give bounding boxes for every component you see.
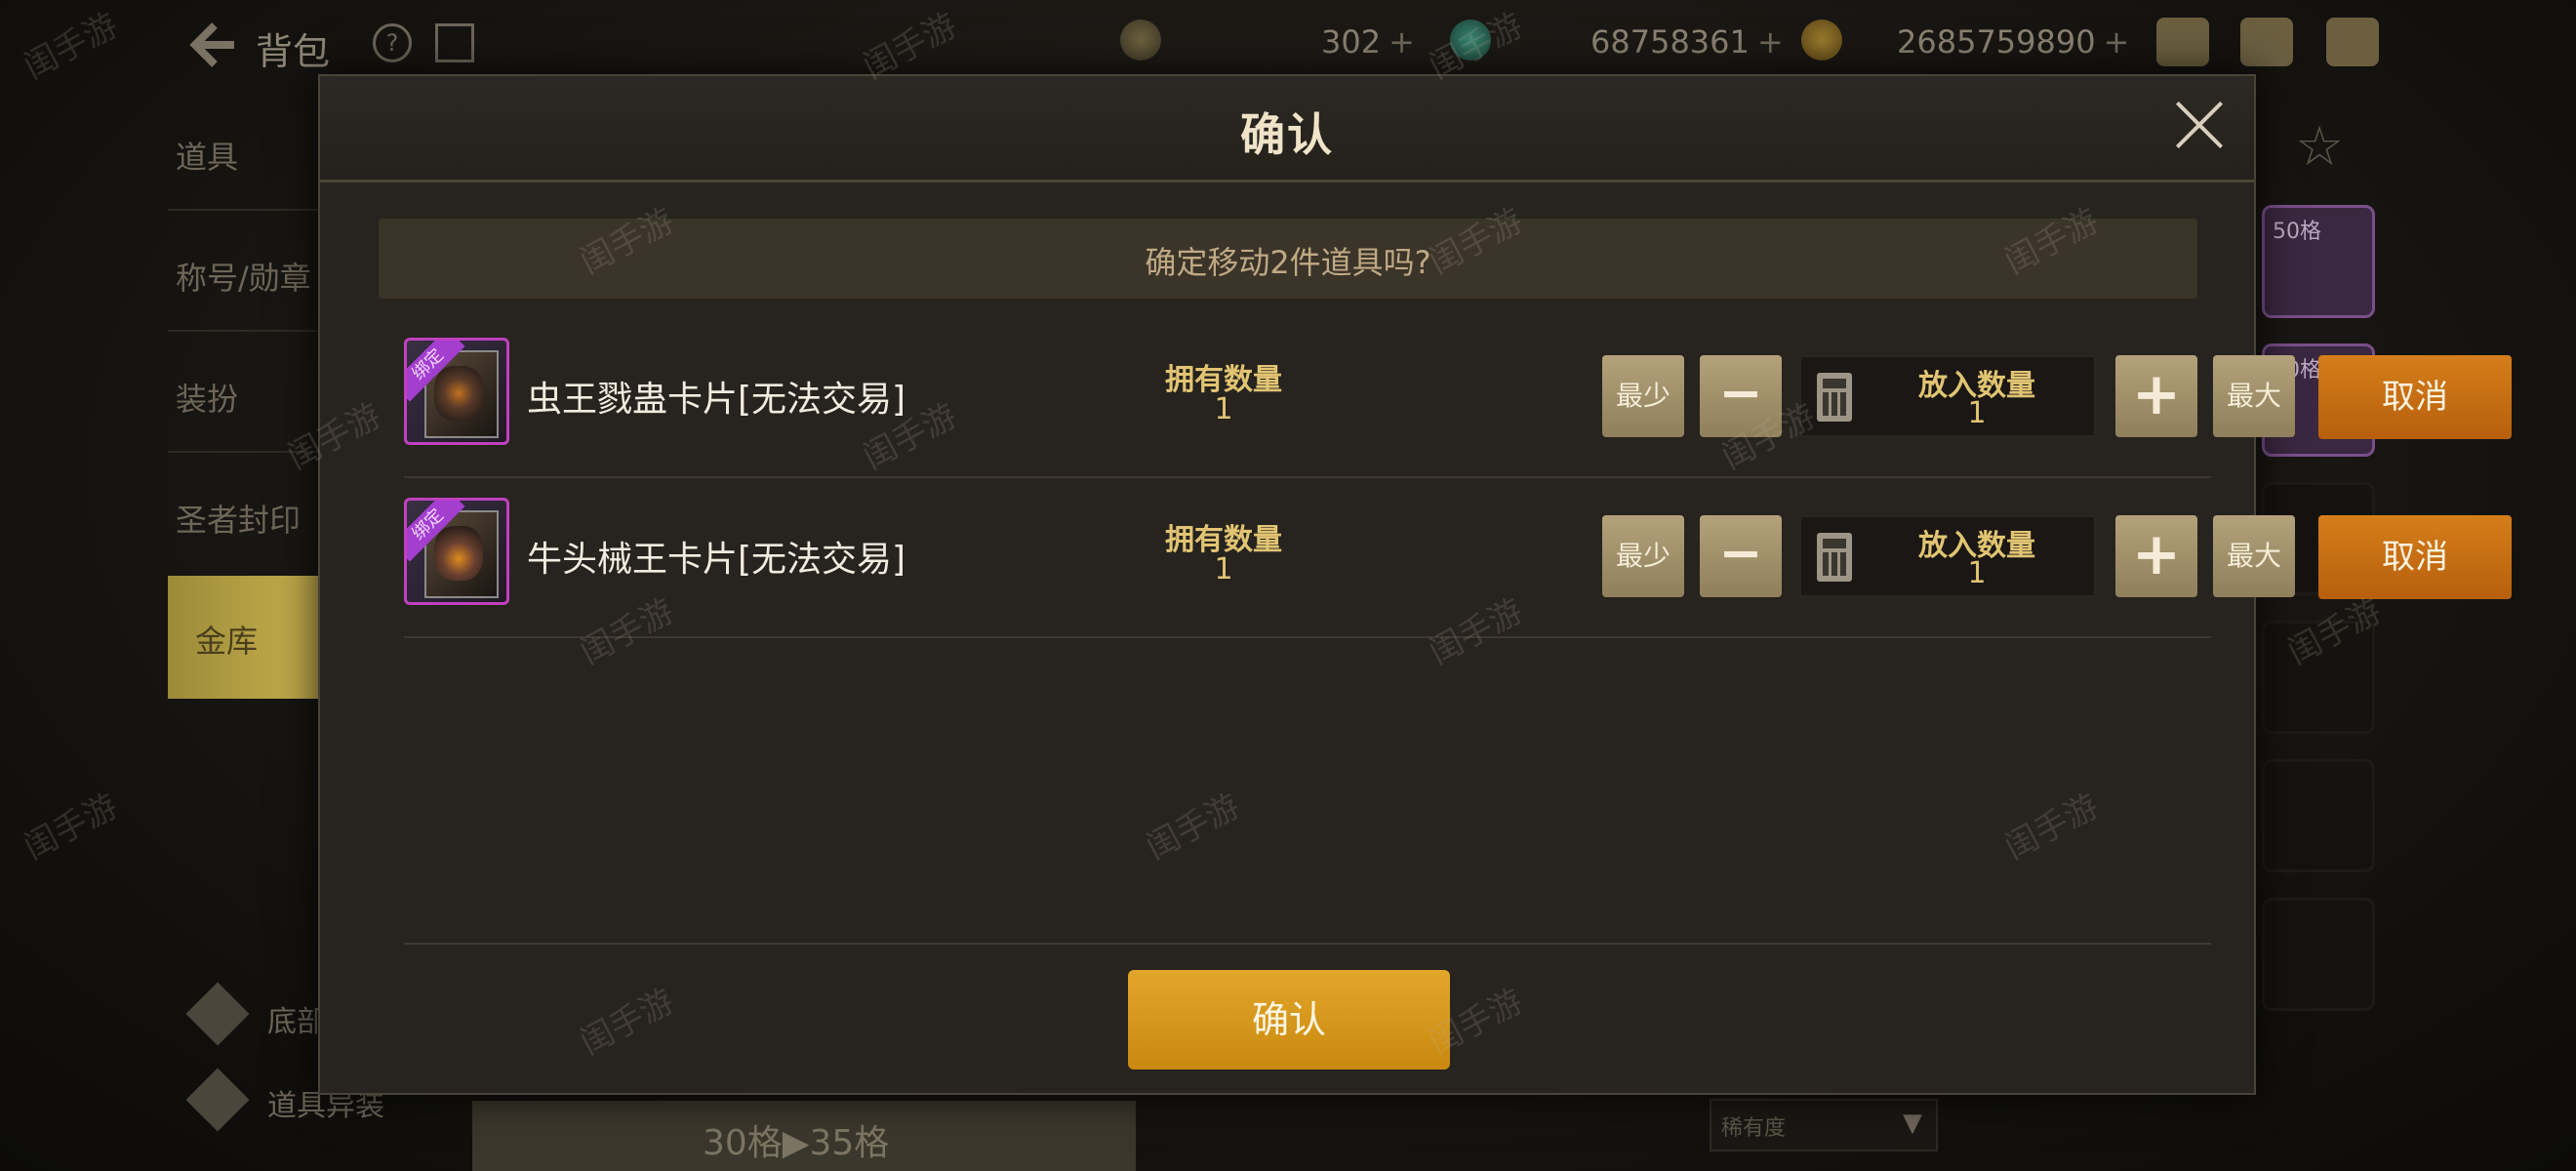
sidebar-item-seal[interactable]: 圣者封印 xyxy=(176,496,301,541)
storage-slot[interactable] xyxy=(2262,621,2375,734)
storage-slot[interactable] xyxy=(2262,898,2375,1011)
quantity-input[interactable]: 放入数量 1 xyxy=(1799,515,2096,597)
put-quantity-value: 1 xyxy=(1967,556,1987,590)
shop-icon[interactable] xyxy=(2156,18,2209,66)
sidebar-item-costume[interactable]: 装扮 xyxy=(176,375,238,420)
help-icon[interactable]: ? xyxy=(373,23,412,62)
calculator-icon[interactable] xyxy=(1817,373,1852,422)
resource-gold: 2685759890 + xyxy=(1897,23,2130,61)
costume-icon xyxy=(185,1068,250,1132)
decompose-icon xyxy=(185,982,250,1046)
owned-quantity-value: 1 xyxy=(1214,552,1233,586)
max-button[interactable]: 最大 xyxy=(2213,355,2295,437)
close-icon[interactable] xyxy=(2172,98,2227,152)
item-name: 虫王戮蛊卡片[无法交易] xyxy=(527,380,906,420)
resource-energy: 302 + xyxy=(1321,23,1415,61)
storage-slot[interactable]: 50格 xyxy=(2262,205,2375,318)
confirm-button[interactable]: 确认 xyxy=(1128,970,1450,1070)
prompt-text: 确定移动2件道具吗? xyxy=(1145,244,1431,281)
energy-icon xyxy=(1120,20,1161,61)
back-arrow-icon[interactable] xyxy=(185,18,240,72)
dialog-header: 确认 xyxy=(320,76,2254,182)
chat-icon[interactable] xyxy=(2326,18,2379,66)
sort-dropdown-value: 稀有度 xyxy=(1721,1116,1787,1141)
cancel-item-button[interactable]: 取消 xyxy=(2318,515,2512,599)
expand-label: 30格▶35格 xyxy=(703,1123,890,1163)
divider xyxy=(168,209,334,211)
card-art xyxy=(434,526,483,581)
dialog-title: 确认 xyxy=(1240,108,1334,161)
increment-button[interactable]: + xyxy=(2115,515,2197,597)
expand-storage-button[interactable]: 30格▶35格 xyxy=(472,1101,1136,1171)
sidebar-bottom-item[interactable]: 底部 xyxy=(267,997,326,1040)
mail-icon[interactable] xyxy=(2240,18,2293,66)
bug-king-card-icon[interactable]: 绑定 xyxy=(404,338,509,445)
put-quantity-value: 1 xyxy=(1967,396,1987,430)
min-button[interactable]: 最少 xyxy=(1602,515,1684,597)
confirm-dialog: 确认 确定移动2件道具吗? 绑定 虫王戮蛊卡片[无法交易] 拥有数量 1 最少 … xyxy=(318,74,2512,1095)
favorite-star-icon[interactable]: ☆ xyxy=(2295,115,2344,179)
gold-coin-icon xyxy=(1801,20,1842,61)
minotaur-king-card-icon[interactable]: 绑定 xyxy=(404,498,509,605)
decrement-button[interactable]: − xyxy=(1700,515,1782,597)
min-button[interactable]: 最少 xyxy=(1602,355,1684,437)
sidebar-item-label: 金库 xyxy=(195,623,259,660)
prompt-banner: 确定移动2件道具吗? xyxy=(379,219,2197,299)
owned-quantity-value: 1 xyxy=(1214,392,1233,426)
divider xyxy=(168,330,334,332)
max-button[interactable]: 最大 xyxy=(2213,515,2295,597)
increment-button[interactable]: + xyxy=(2115,355,2197,437)
sidebar-item-props[interactable]: 道具 xyxy=(176,133,238,178)
quantity-input[interactable]: 放入数量 1 xyxy=(1799,355,2096,437)
sort-icon[interactable] xyxy=(435,23,474,62)
sidebar-item-titles[interactable]: 称号/勋章 xyxy=(176,254,311,299)
storage-slot[interactable] xyxy=(2262,759,2375,872)
page-title: 背包 xyxy=(256,30,331,73)
card-art xyxy=(434,366,483,421)
divider xyxy=(404,943,2211,945)
decrement-button[interactable]: − xyxy=(1700,355,1782,437)
sort-dropdown[interactable]: 稀有度 ▼ xyxy=(1710,1099,1938,1151)
resource-gem: 68758361 + xyxy=(1590,23,1784,61)
divider xyxy=(168,451,334,453)
chevron-down-icon: ▼ xyxy=(1903,1109,1922,1138)
item-row: 绑定 虫王戮蛊卡片[无法交易] 拥有数量 1 最少 − 放入数量 1 + 最大 … xyxy=(404,318,2512,478)
cancel-item-button[interactable]: 取消 xyxy=(2318,355,2512,439)
gem-icon xyxy=(1450,20,1491,61)
sidebar-item-vault[interactable]: 金库 xyxy=(168,576,324,699)
item-row: 绑定 牛头械王卡片[无法交易] 拥有数量 1 最少 − 放入数量 1 + 最大 … xyxy=(404,478,2512,638)
calculator-icon[interactable] xyxy=(1817,533,1852,582)
item-name: 牛头械王卡片[无法交易] xyxy=(527,540,906,580)
